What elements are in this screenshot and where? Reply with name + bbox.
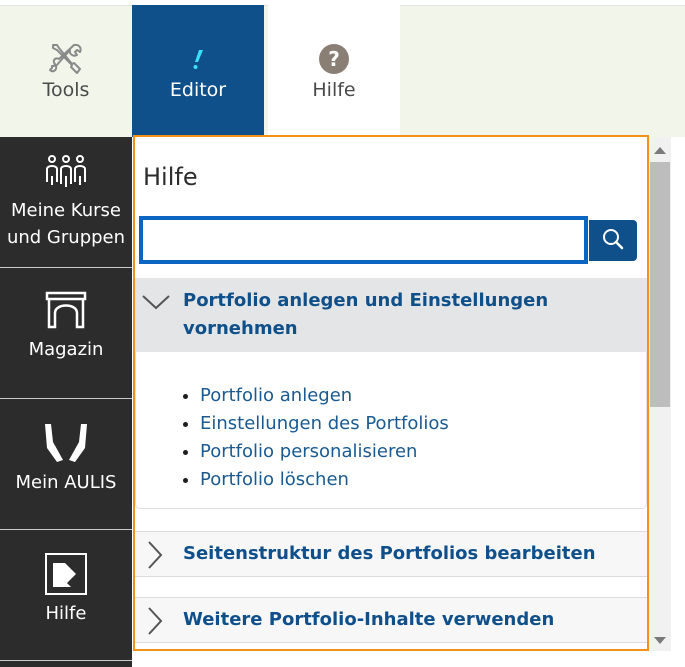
scroll-down-arrow-icon[interactable] (654, 637, 666, 644)
page-title: Hilfe (143, 163, 198, 191)
help-link[interactable]: Portfolio personalisieren (200, 441, 417, 462)
help-panel: Hilfe Portfolio anlegen und Einstellunge… (133, 135, 649, 651)
accordion-title: Portfolio anlegen und Einstellungen vorn… (183, 290, 549, 339)
list-item: Portfolio anlegen (200, 382, 449, 410)
sidebar-item-label: Magazin (28, 339, 104, 360)
sidebar-item-mein-aulis[interactable]: Mein AULIS (0, 399, 132, 530)
help-link[interactable]: Portfolio löschen (200, 469, 349, 490)
question-circle-icon: ? (318, 43, 350, 75)
tab-hilfe-label: Hilfe (312, 79, 356, 101)
tools-icon (48, 43, 84, 75)
sidebar-item-hilfe[interactable]: Hilfe (0, 530, 132, 661)
tab-hilfe[interactable]: ? Hilfe (268, 5, 400, 137)
tab-editor-label: Editor (169, 79, 227, 101)
search-button[interactable] (589, 220, 637, 261)
list-item: Portfolio löschen (200, 466, 449, 494)
accordion-title: Seitenstruktur des Portfolios bearbeiten (183, 543, 596, 564)
accordion-header-portfolio-anlegen[interactable]: Portfolio anlegen und Einstellungen vorn… (135, 278, 647, 352)
tab-tools[interactable]: Tools (0, 5, 132, 137)
scroll-up-arrow-icon[interactable] (654, 147, 666, 154)
help-link[interactable]: Portfolio anlegen (200, 385, 352, 406)
sidebar-item-label: Meine Kurse und Gruppen (6, 200, 126, 248)
editor-pen-icon (191, 43, 205, 75)
panel-scrollbar[interactable] (649, 137, 671, 651)
sidebar-item-label: Mein AULIS (15, 472, 117, 493)
search-icon (602, 228, 624, 253)
main-sidebar: Meine Kurse und Gruppen Magazin Mein AUL… (0, 137, 132, 667)
tab-editor[interactable]: Editor (132, 5, 264, 137)
people-group-icon (44, 153, 88, 189)
accordion-header-seitenstruktur[interactable]: Seitenstruktur des Portfolios bearbeiten (135, 531, 647, 577)
help-link-list: Portfolio anlegen Einstellungen des Port… (200, 382, 449, 494)
svg-text:?: ? (328, 47, 340, 71)
help-link[interactable]: Einstellungen des Portfolios (200, 413, 449, 434)
archway-icon (45, 291, 87, 329)
accordion-title: Weitere Portfolio-Inhalte verwenden (183, 609, 555, 630)
chevron-right-icon (147, 606, 163, 636)
chevron-down-icon (141, 294, 171, 310)
sidebar-item-label: Hilfe (45, 603, 87, 624)
scrollbar-thumb[interactable] (650, 162, 670, 407)
accordion-header-weitere-inhalte[interactable]: Weitere Portfolio-Inhalte verwenden (135, 597, 647, 643)
list-item: Portfolio personalisieren (200, 438, 449, 466)
tab-tools-label: Tools (42, 79, 90, 101)
search-input[interactable] (139, 216, 588, 264)
help-edit-icon (45, 553, 87, 595)
list-item: Einstellungen des Portfolios (200, 410, 449, 438)
sidebar-item-magazin[interactable]: Magazin (0, 268, 132, 399)
accordion-body: Portfolio anlegen Einstellungen des Port… (135, 352, 647, 509)
sidebar-item-meine-kurse[interactable]: Meine Kurse und Gruppen (0, 137, 132, 268)
aulis-logo-icon (43, 424, 89, 462)
chevron-right-icon (147, 540, 163, 570)
